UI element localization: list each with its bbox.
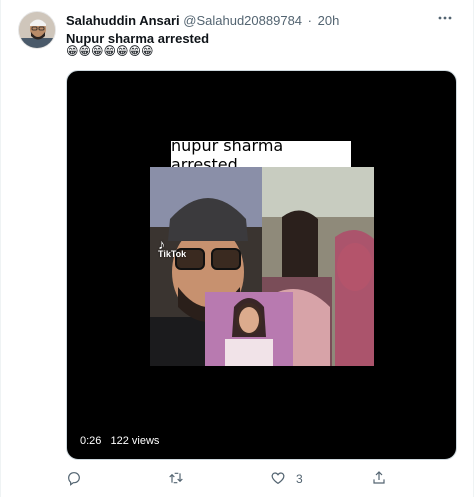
video-frame: ♪ TikTok [150,167,374,366]
heart-icon [270,470,286,489]
more-options-button[interactable] [435,9,455,29]
like-count: 3 [296,472,303,486]
share-icon [371,470,387,489]
video-frame-image [150,167,374,366]
tweet-actions: 3 [66,468,457,490]
video-stats: 0:26 122 views [80,435,159,447]
tiktok-label: TikTok [158,249,187,259]
video-views: 122 views [110,435,160,447]
tweet-header: Salahuddin Ansari @Salahud20889784 · 20h [66,13,339,28]
retweet-icon [168,470,184,489]
retweet-button[interactable] [168,468,194,490]
tweet-card[interactable]: Salahuddin Ansari @Salahud20889784 · 20h… [0,0,474,497]
reply-icon [66,470,82,489]
video-player[interactable]: nupur sharma arrested ♪ TikTok 0:26 122 … [66,70,457,460]
tweet-timestamp[interactable]: 20h [318,13,340,28]
display-name[interactable]: Salahuddin Ansari [66,13,180,28]
avatar[interactable] [18,11,56,49]
tiktok-watermark: ♪ TikTok [158,236,187,259]
more-horizontal-icon [437,10,453,29]
like-button[interactable]: 3 [270,468,303,490]
tiktok-logo-icon: ♪ [158,236,165,252]
video-duration: 0:26 [80,435,102,447]
reply-button[interactable] [66,468,92,490]
video-caption: nupur sharma arrested [171,136,351,174]
share-button[interactable] [371,468,397,490]
user-handle[interactable]: @Salahud20889784 [183,13,302,28]
tweet-emojis: 😁😁😁😁😁😁😁 [66,44,154,58]
separator-dot: · [307,13,312,28]
